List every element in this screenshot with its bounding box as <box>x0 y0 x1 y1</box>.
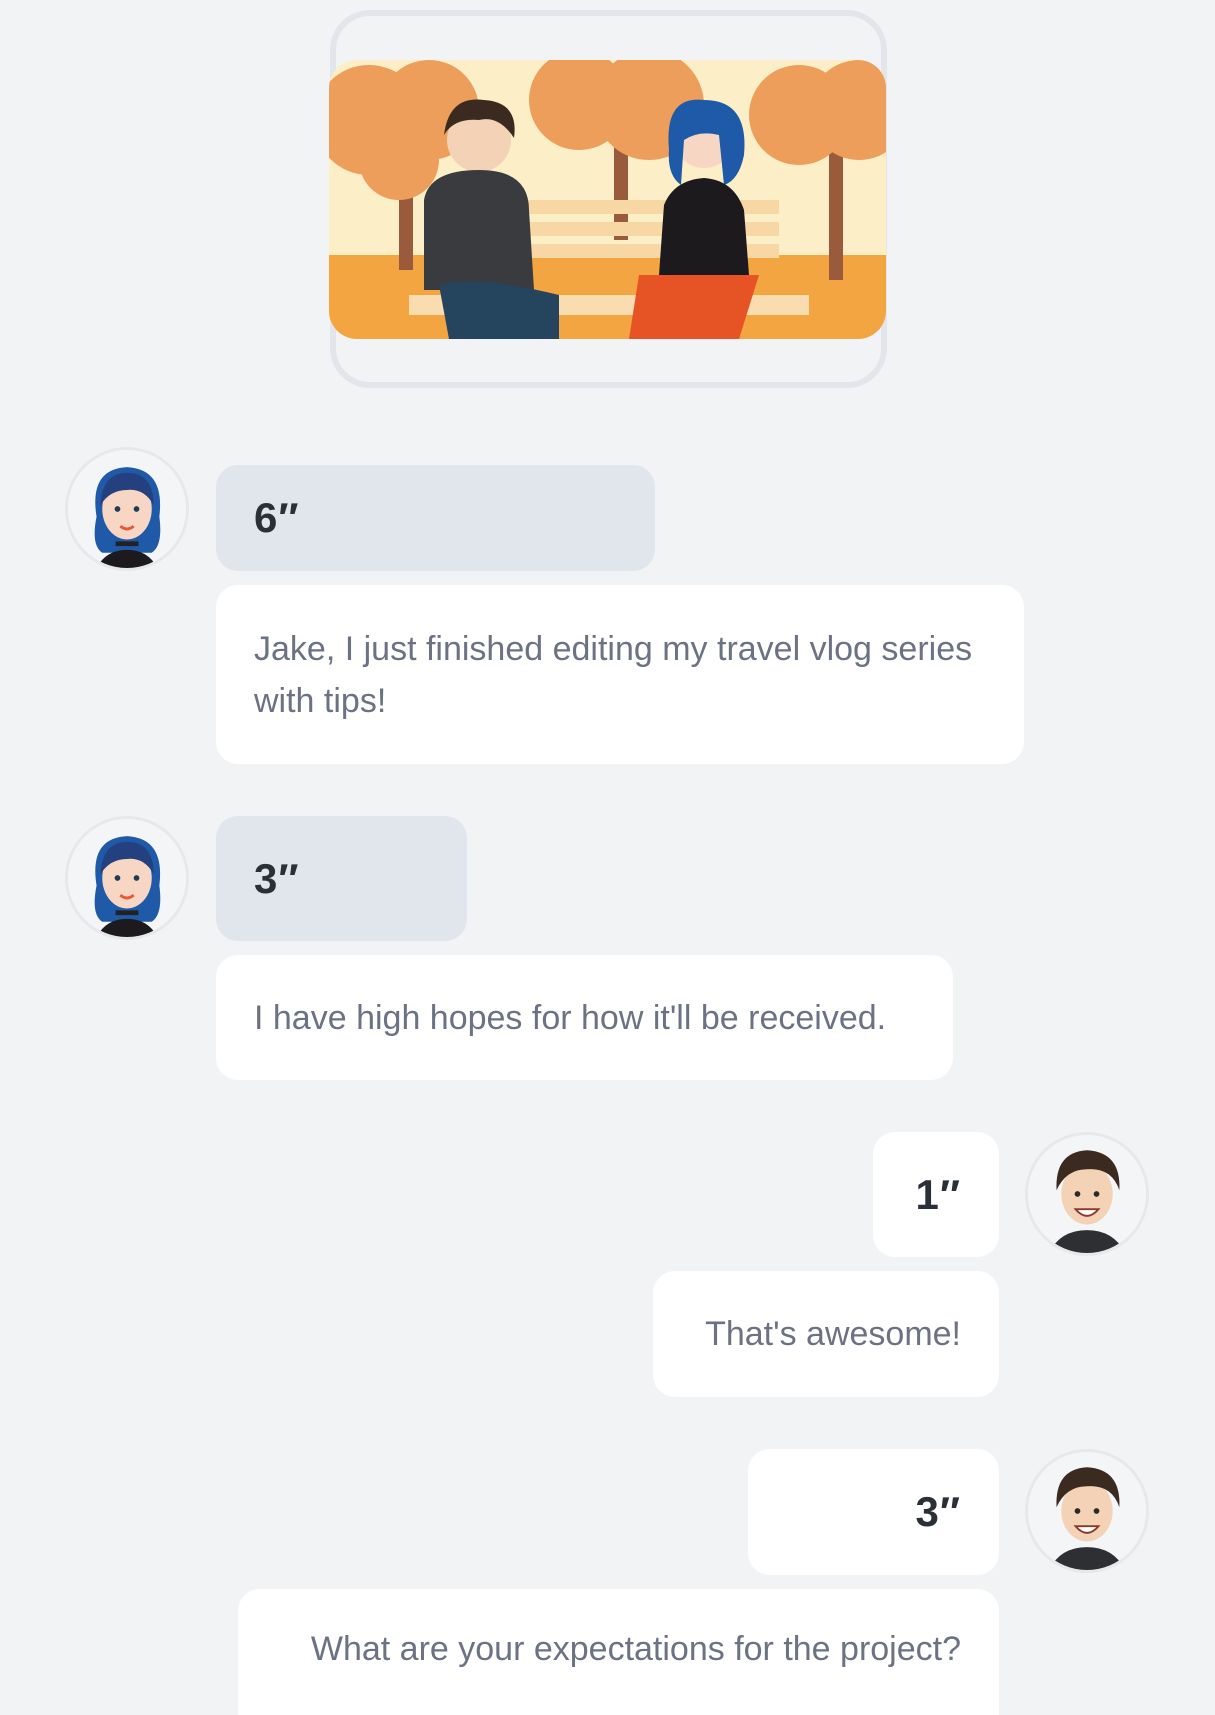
voice-duration-bubble[interactable]: 3″ <box>748 1449 999 1575</box>
voice-duration: 3″ <box>254 854 300 902</box>
woman-avatar-icon <box>68 819 186 937</box>
voice-duration: 1″ <box>915 1170 961 1218</box>
voice-duration: 6″ <box>254 494 300 541</box>
man-avatar-icon <box>1028 1452 1146 1570</box>
message-bubble[interactable]: Jake, I just finished editing my travel … <box>216 585 1024 764</box>
voice-duration-bubble[interactable]: 3″ <box>216 816 467 941</box>
message-text: Jake, I just finished editing my travel … <box>254 629 973 720</box>
avatar-her[interactable] <box>65 447 189 571</box>
couple-on-bench-illustration[interactable] <box>329 60 886 339</box>
message-text: That's awesome! <box>705 1315 961 1353</box>
avatar-him[interactable] <box>1025 1449 1149 1573</box>
message-bubble[interactable]: What are your expectations for the proje… <box>238 1589 999 1715</box>
voice-duration-bubble[interactable]: 6″ <box>216 465 655 571</box>
voice-duration-bubble[interactable]: 1″ <box>873 1132 999 1257</box>
message-text: What are your expectations for the proje… <box>310 1630 961 1668</box>
avatar-him[interactable] <box>1025 1132 1149 1256</box>
man-avatar-icon <box>1028 1135 1146 1253</box>
message-bubble[interactable]: I have high hopes for how it'll be recei… <box>216 955 953 1080</box>
woman-avatar-icon <box>68 450 186 568</box>
message-bubble[interactable]: That's awesome! <box>653 1271 999 1397</box>
avatar-her[interactable] <box>65 816 189 940</box>
message-text: I have high hopes for how it'll be recei… <box>254 998 887 1037</box>
voice-duration: 3″ <box>915 1488 961 1535</box>
